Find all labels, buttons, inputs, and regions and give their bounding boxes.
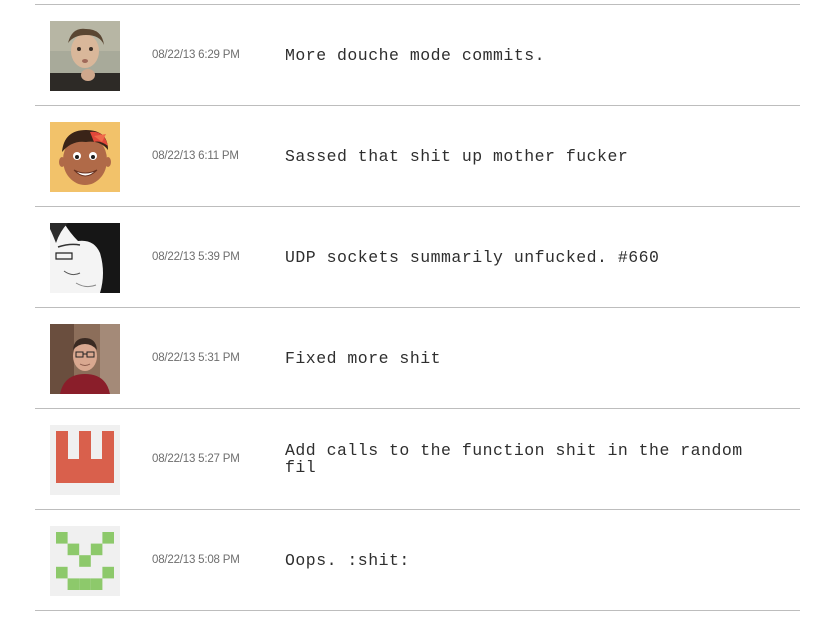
- commit-timestamp: 08/22/13 5:08 PM: [152, 554, 240, 566]
- commit-message[interactable]: Sassed that shit up mother fucker: [285, 106, 785, 206]
- commit-row[interactable]: 08/22/13 5:31 PM Fixed more shit: [35, 308, 800, 409]
- user-avatar-photo-curly-hair[interactable]: [50, 21, 120, 91]
- commit-message[interactable]: Oops. :shit:: [285, 510, 785, 610]
- commit-timestamp: 08/22/13 5:39 PM: [152, 251, 240, 263]
- user-avatar-photo-glasses[interactable]: [50, 324, 120, 394]
- user-avatar-sketch-face[interactable]: [50, 223, 120, 293]
- commit-message[interactable]: Add calls to the function shit in the ra…: [285, 409, 785, 509]
- commit-row[interactable]: 08/22/13 5:27 PM Add calls to the functi…: [35, 409, 800, 510]
- commit-message-text: Oops. :shit:: [285, 550, 410, 570]
- commit-row[interactable]: 08/22/13 6:29 PM More douche mode commit…: [35, 5, 800, 106]
- commit-message[interactable]: UDP sockets summarily unfucked. #660: [285, 207, 785, 307]
- identicon-red[interactable]: [50, 425, 120, 495]
- avatar-image: [50, 223, 120, 293]
- commit-message-text: UDP sockets summarily unfucked. #660: [285, 247, 660, 267]
- commit-message-text: Fixed more shit: [285, 348, 442, 368]
- commit-row[interactable]: 08/22/13 6:11 PM Sassed that shit up mot…: [35, 106, 800, 207]
- commit-message-text: More douche mode commits.: [285, 45, 546, 65]
- commit-row[interactable]: 08/22/13 5:08 PM Oops. :shit:: [35, 510, 800, 611]
- commit-timestamp: 08/22/13 6:11 PM: [152, 150, 239, 162]
- user-avatar-cartoon-face[interactable]: [50, 122, 120, 192]
- identicon-green[interactable]: [50, 526, 120, 596]
- commit-message[interactable]: More douche mode commits.: [285, 5, 785, 105]
- commit-timestamp: 08/22/13 5:31 PM: [152, 352, 240, 364]
- commit-row[interactable]: 08/22/13 5:39 PM UDP sockets summarily u…: [35, 207, 800, 308]
- commit-message[interactable]: Fixed more shit: [285, 308, 785, 408]
- commit-feed: 08/22/13 6:29 PM More douche mode commit…: [35, 4, 800, 611]
- avatar-image: [50, 21, 120, 91]
- avatar-image: [50, 425, 120, 495]
- avatar-image: [50, 324, 120, 394]
- avatar-image: [50, 526, 120, 596]
- commit-message-text: Add calls to the function shit in the ra…: [285, 441, 743, 477]
- commit-message-text: Sassed that shit up mother fucker: [285, 146, 629, 166]
- commit-timestamp: 08/22/13 5:27 PM: [152, 453, 240, 465]
- avatar-image: [50, 122, 120, 192]
- commit-timestamp: 08/22/13 6:29 PM: [152, 49, 240, 61]
